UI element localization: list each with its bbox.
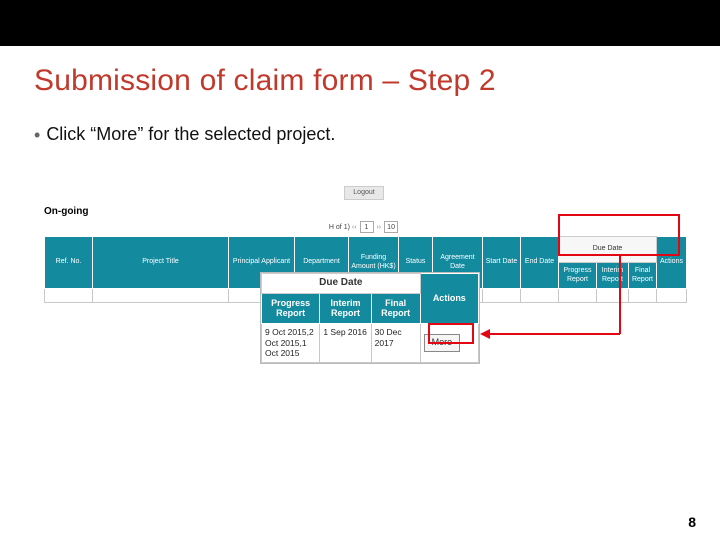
slide-top-bar <box>0 0 720 46</box>
slide-number: 8 <box>688 514 696 530</box>
th-interim: Interim Report <box>597 263 629 289</box>
pager-perpage[interactable]: 10 <box>384 221 398 233</box>
pager: H of 1) ‹‹ 1 ›› 10 <box>44 221 684 233</box>
instruction-text: Click “More” for the selected project. <box>46 124 335 145</box>
slide-title: Submission of claim form – Step 2 <box>34 64 720 98</box>
zoom-inset: Due Date Actions Progress Report Interim… <box>260 272 480 364</box>
more-button[interactable]: More <box>424 334 461 351</box>
zoom-due-group: Due Date <box>262 274 421 294</box>
zoom-th-final: Final Report <box>371 293 420 324</box>
th-ref: Ref. No. <box>45 237 93 289</box>
zoom-interim-cell: 1 Sep 2016 <box>320 324 371 363</box>
section-heading-ongoing: On-going <box>44 206 684 217</box>
th-due-group: Due Date <box>559 237 657 263</box>
zoom-final-cell: 30 Dec 2017 <box>371 324 420 363</box>
instruction-bullet: • Click “More” for the selected project. <box>34 124 720 146</box>
logout-button[interactable]: Logout <box>344 186 384 200</box>
th-end: End Date <box>521 237 559 289</box>
th-actions: Actions <box>657 237 687 289</box>
th-prog: Progress Report <box>559 263 597 289</box>
th-start: Start Date <box>483 237 521 289</box>
zoom-th-interim: Interim Report <box>320 293 371 324</box>
pager-prefix: H of 1) <box>329 224 350 231</box>
zoom-row: 9 Oct 2015,2 Oct 2015,1 Oct 2015 1 Sep 2… <box>262 324 479 363</box>
zoom-th-actions: Actions <box>420 274 478 324</box>
th-final: Final Report <box>629 263 657 289</box>
bullet-dot-icon: • <box>34 124 40 146</box>
th-title: Project Title <box>93 237 229 289</box>
pager-page[interactable]: 1 <box>360 221 374 233</box>
zoom-th-prog: Progress Report <box>262 293 320 324</box>
zoom-prog-cell: 9 Oct 2015,2 Oct 2015,1 Oct 2015 <box>262 324 320 363</box>
